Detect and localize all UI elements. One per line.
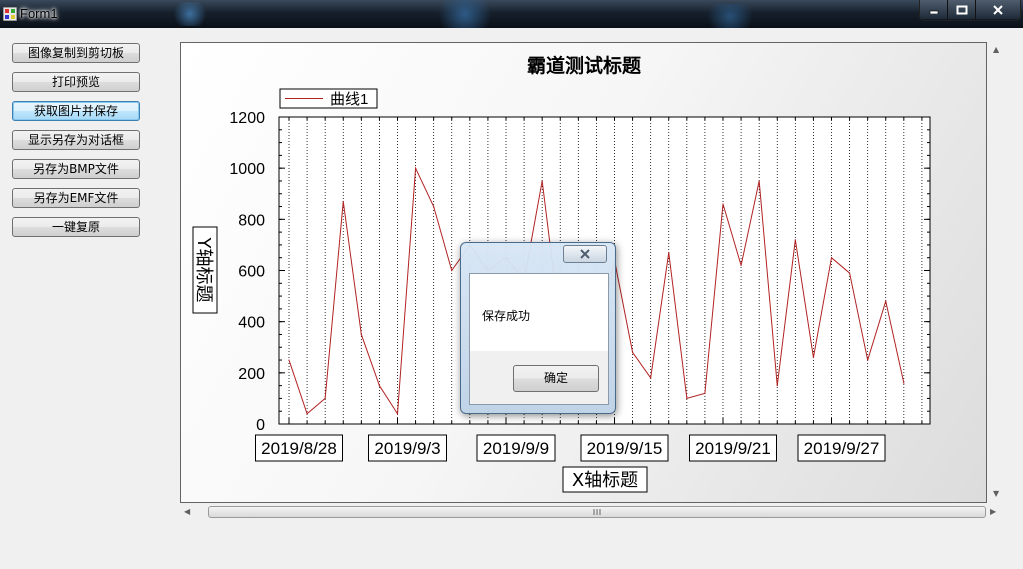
legend: 曲线1: [279, 88, 378, 109]
save-as-emf-button[interactable]: 另存为EMF文件: [12, 188, 140, 208]
legend-label: 曲线1: [330, 91, 368, 108]
maximize-button[interactable]: [948, 0, 976, 19]
y-tick-label: 400: [238, 315, 265, 332]
data-point: [740, 264, 742, 266]
data-point: [722, 203, 724, 205]
x-axis-title: X轴标题: [572, 470, 638, 491]
data-point: [396, 413, 399, 415]
reset-button[interactable]: 一键复原: [12, 217, 140, 237]
x-tick-label: 2019/9/9: [483, 439, 549, 458]
save-as-bmp-button[interactable]: 另存为BMP文件: [12, 159, 140, 179]
window-title: Form1: [20, 6, 58, 21]
close-button[interactable]: [976, 0, 1020, 19]
scroll-down-icon[interactable]: ▼: [993, 490, 999, 498]
data-point: [830, 257, 833, 259]
close-icon: [993, 4, 1003, 15]
x-tick-label: 2019/9/3: [374, 439, 440, 458]
chart-title: 霸道测试标题: [527, 54, 641, 77]
minimize-button[interactable]: [920, 0, 948, 19]
get-image-and-save-button[interactable]: 获取图片并保存: [12, 101, 140, 121]
data-point: [704, 392, 706, 394]
data-point: [360, 333, 362, 336]
data-point: [794, 239, 796, 241]
scroll-up-icon[interactable]: ▲: [993, 46, 999, 54]
dialog-content: 保存成功: [470, 274, 608, 351]
dialog-body: 保存成功 确定: [469, 273, 609, 405]
data-point: [306, 413, 308, 415]
data-point: [848, 272, 851, 274]
data-point: [650, 377, 652, 379]
title-bar: Form1: [0, 0, 1023, 28]
x-tick-label: 2019/8/28: [261, 439, 337, 458]
close-icon: [580, 249, 590, 259]
maximize-icon: [956, 5, 967, 14]
data-point: [324, 397, 326, 400]
copy-image-to-clipboard-button[interactable]: 图像复制到剪切板: [12, 43, 140, 63]
x-tick-label: 2019/9/27: [804, 439, 880, 458]
data-point: [414, 167, 417, 169]
data-point: [668, 251, 670, 254]
message-dialog: 保存成功 确定: [460, 242, 616, 414]
print-preview-button[interactable]: 打印预览: [12, 72, 140, 92]
data-point: [288, 359, 290, 361]
dialog-message: 保存成功: [482, 309, 531, 323]
grip-icon: [593, 509, 601, 515]
y-axis-title: Y轴标题: [193, 237, 214, 303]
data-point: [378, 385, 381, 387]
app-icon: [3, 7, 17, 21]
data-point: [541, 180, 543, 182]
show-save-as-dialog-button[interactable]: 显示另存为对话框: [12, 130, 140, 150]
scroll-thumb[interactable]: [208, 506, 986, 518]
y-tick-label: 1200: [229, 110, 265, 127]
data-point: [885, 300, 887, 302]
y-tick-label: 0: [256, 417, 265, 434]
data-point: [686, 397, 688, 400]
data-point: [631, 351, 634, 353]
scroll-left-icon[interactable]: ◀: [184, 508, 190, 516]
data-point: [776, 385, 778, 387]
data-point: [758, 180, 760, 182]
data-point: [451, 269, 453, 272]
window-controls: [919, 0, 1021, 21]
x-tick-label: 2019/9/21: [695, 439, 771, 458]
y-tick-label: 200: [238, 366, 265, 383]
data-point: [903, 382, 905, 384]
data-point: [812, 356, 815, 359]
minimize-icon: [929, 10, 938, 14]
ok-button[interactable]: 确定: [513, 365, 599, 392]
y-tick-label: 800: [238, 212, 265, 229]
horizontal-scrollbar[interactable]: ◀ ▶: [180, 504, 1002, 521]
data-point: [867, 359, 869, 361]
scroll-right-icon[interactable]: ▶: [990, 508, 996, 516]
x-tick-label: 2019/9/15: [587, 439, 663, 458]
y-tick-label: 1000: [229, 161, 265, 178]
data-point: [433, 205, 435, 208]
data-point: [342, 200, 344, 203]
vertical-scrollbar[interactable]: ▲ ▼: [989, 42, 1006, 503]
y-axis-title-box: Y轴标题: [192, 226, 218, 314]
x-axis-title-box: X轴标题: [562, 466, 648, 493]
y-tick-label: 600: [238, 264, 265, 281]
dialog-close-button[interactable]: [563, 245, 607, 263]
